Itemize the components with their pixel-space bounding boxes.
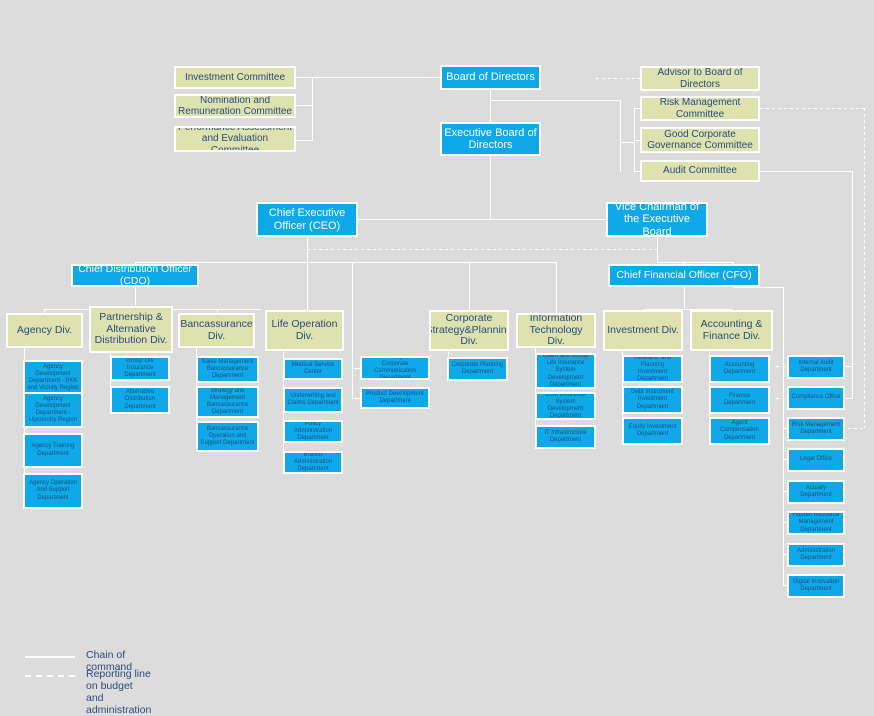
line-ceo-direct-rail [352, 262, 353, 400]
dotted-tick-internal-audit [776, 366, 787, 367]
dept-marketing-corporate-communication[interactable]: Marketing and Corporate Communication De… [360, 356, 430, 380]
dotted-ceo-vicechair [307, 249, 657, 250]
line-internal-audit-in [845, 366, 853, 367]
dept-branch-administration[interactable]: Branch Administration Department [283, 451, 343, 474]
dashed-line-swatch [25, 675, 75, 677]
committee-nomination-remuneration[interactable]: Nomination and Remuneration Committee [174, 94, 296, 118]
division-information-technology[interactable]: Information Technology Div. [516, 313, 596, 348]
dept-administration[interactable]: Administration Department [787, 543, 845, 567]
dept-underwriting-claims[interactable]: Underwriting and Claims Department [283, 387, 343, 413]
advisor-to-board[interactable]: Advisor to Board of Directors [640, 66, 760, 91]
dotted-tick-compliance [776, 398, 787, 399]
dept-core-insurance-system-development[interactable]: Core Insurance System Development Depart… [535, 392, 596, 420]
line-bod-right-bus [490, 100, 620, 101]
line-investment-committee [296, 77, 313, 78]
dept-it-infrastructure[interactable]: IT Infrastructure Department [535, 425, 596, 449]
line-ceo-bus-it [469, 262, 556, 263]
line-exec-bus [355, 219, 613, 220]
line-right-committee-rail-outer [620, 100, 621, 172]
dept-risk-management[interactable]: Risk Management Department [787, 417, 845, 441]
dept-product-development[interactable]: Product Development Department [360, 387, 430, 409]
node-cfo[interactable]: Chief Financial Officer (CFO) [608, 264, 760, 287]
committee-good-corporate-governance[interactable]: Good Corporate Governance Committee [640, 127, 760, 153]
line-performance [296, 140, 313, 141]
solid-line-swatch [25, 656, 75, 658]
division-life-operation[interactable]: Life Operation Div. [265, 310, 344, 351]
dept-research-planning-investment[interactable]: Research and Planning Investment Departm… [622, 355, 683, 383]
line-cfo-bus [684, 262, 733, 263]
division-partnership-alternative-distribution[interactable]: Partnership & Alternative Distribution D… [89, 306, 173, 353]
dotted-advisor-to-bod [596, 78, 640, 79]
line-ceo-down [307, 237, 308, 315]
node-board-of-directors[interactable]: Board of Directors [440, 65, 541, 90]
legend-dashed-label: Reporting line on budget and administrat… [86, 668, 152, 716]
line-ceo-bus-right [307, 262, 469, 263]
line-compliance-in [845, 398, 853, 399]
dept-agency-development-bkk[interactable]: Agency Development Department - BKK and … [23, 360, 83, 396]
line-bod-left-bus [312, 77, 440, 78]
node-cdo[interactable]: Chief Distribution Officer (CDO) [71, 264, 199, 287]
dept-agency-development-upcountry[interactable]: Agency Development Department - Upcountr… [23, 392, 83, 428]
line-to-corporate-strategy [469, 262, 470, 315]
line-bod-to-exec [490, 89, 491, 123]
dept-alternative-distribution[interactable]: Alternative Distribution Department [110, 386, 170, 414]
dept-agency-training[interactable]: Agency Training Department [23, 433, 83, 468]
line-nomination [296, 105, 313, 106]
dept-digital-innovation[interactable]: Digital Innovation Department [787, 574, 845, 598]
line-exec-down [490, 156, 491, 219]
division-agency[interactable]: Agency Div. [6, 313, 83, 348]
line-cfo-down [684, 287, 685, 309]
line-standalone-rail-top [733, 287, 783, 288]
dept-debt-instrument-investment[interactable]: Debt Instrument Investment Department [622, 386, 683, 414]
dept-sales-management-bancassurance[interactable]: Sales Management Bancassurance Departmen… [196, 356, 259, 383]
dept-accounting[interactable]: Accounting Department [709, 355, 770, 383]
dept-finance[interactable]: Finance Department [709, 386, 770, 414]
line-to-it [556, 262, 557, 315]
division-bancassurance[interactable]: Bancassurance Div. [178, 313, 255, 348]
dept-agent-compensation[interactable]: Agent Compensation Department [709, 417, 770, 445]
org-chart: Board of Directors Executive Board of Di… [0, 0, 874, 716]
dept-bancassurance-operation-support[interactable]: Bancassurance Operation and Support Depa… [196, 421, 259, 452]
line-rail-join [620, 142, 634, 143]
node-ceo[interactable]: Chief Executive Officer (CEO) [256, 202, 358, 237]
dept-legal-office[interactable]: Legal Office [787, 448, 845, 472]
dept-compliance-office[interactable]: Compliance Office [787, 386, 845, 410]
line-vicechair-down [657, 237, 658, 262]
dept-equity-investment[interactable]: Equity Investment Department [622, 417, 683, 445]
dept-group-life-insurance[interactable]: Group Life Insurance Department [110, 356, 170, 381]
dotted-risk-rail [864, 108, 865, 428]
dept-corporate-planning[interactable]: Corporate Planning Department [447, 357, 508, 381]
line-vicechair-to-cfo [657, 262, 684, 263]
node-executive-board[interactable]: Executive Board of Directors [440, 122, 541, 156]
node-vice-chairman[interactable]: Vice Chairman of the Executive Board [606, 202, 708, 237]
committee-investment[interactable]: Investment Committee [174, 66, 296, 89]
line-audit-rail [852, 171, 853, 399]
line-product-in [352, 398, 360, 399]
dept-strategy-management-bancassurance[interactable]: Strategy and Management Bancassurance De… [196, 386, 259, 418]
dotted-risk-committee-out [760, 108, 864, 109]
committee-risk-management[interactable]: Risk Management Committee [640, 96, 760, 121]
line-marketing-in [352, 368, 360, 369]
line-standalone-rail [783, 287, 784, 585]
line-audit-out [760, 171, 852, 172]
dept-actuary[interactable]: Actuary Department [787, 480, 845, 504]
dept-policy-administration[interactable]: Policy Administration Department [283, 420, 343, 443]
dept-agency-operation-support[interactable]: Agency Operation And Support Department [23, 473, 83, 509]
dept-internal-audit[interactable]: Internal Audit Department [787, 355, 845, 379]
division-corporate-strategy-planning[interactable]: Corporate Strategy&Planning Div. [429, 310, 509, 351]
dept-medical-service-center[interactable]: Medical Service Center [283, 358, 343, 380]
division-investment[interactable]: Investment Div. [603, 310, 683, 351]
committee-audit[interactable]: Audit Committee [640, 160, 760, 182]
line-ceo-to-cdo [135, 262, 307, 263]
dept-claim-group-life-system-development[interactable]: Claim and Group Life Insurance System De… [535, 353, 596, 389]
dept-human-resource-management[interactable]: Human Resource Management Department [787, 511, 845, 535]
dotted-risk-dept-in [848, 428, 865, 429]
committee-performance-assessment[interactable]: Performance Assessment and Evaluation Co… [174, 126, 296, 152]
line-left-committee-rail [312, 77, 313, 140]
division-accounting-finance[interactable]: Accounting & Finance Div. [690, 310, 773, 351]
